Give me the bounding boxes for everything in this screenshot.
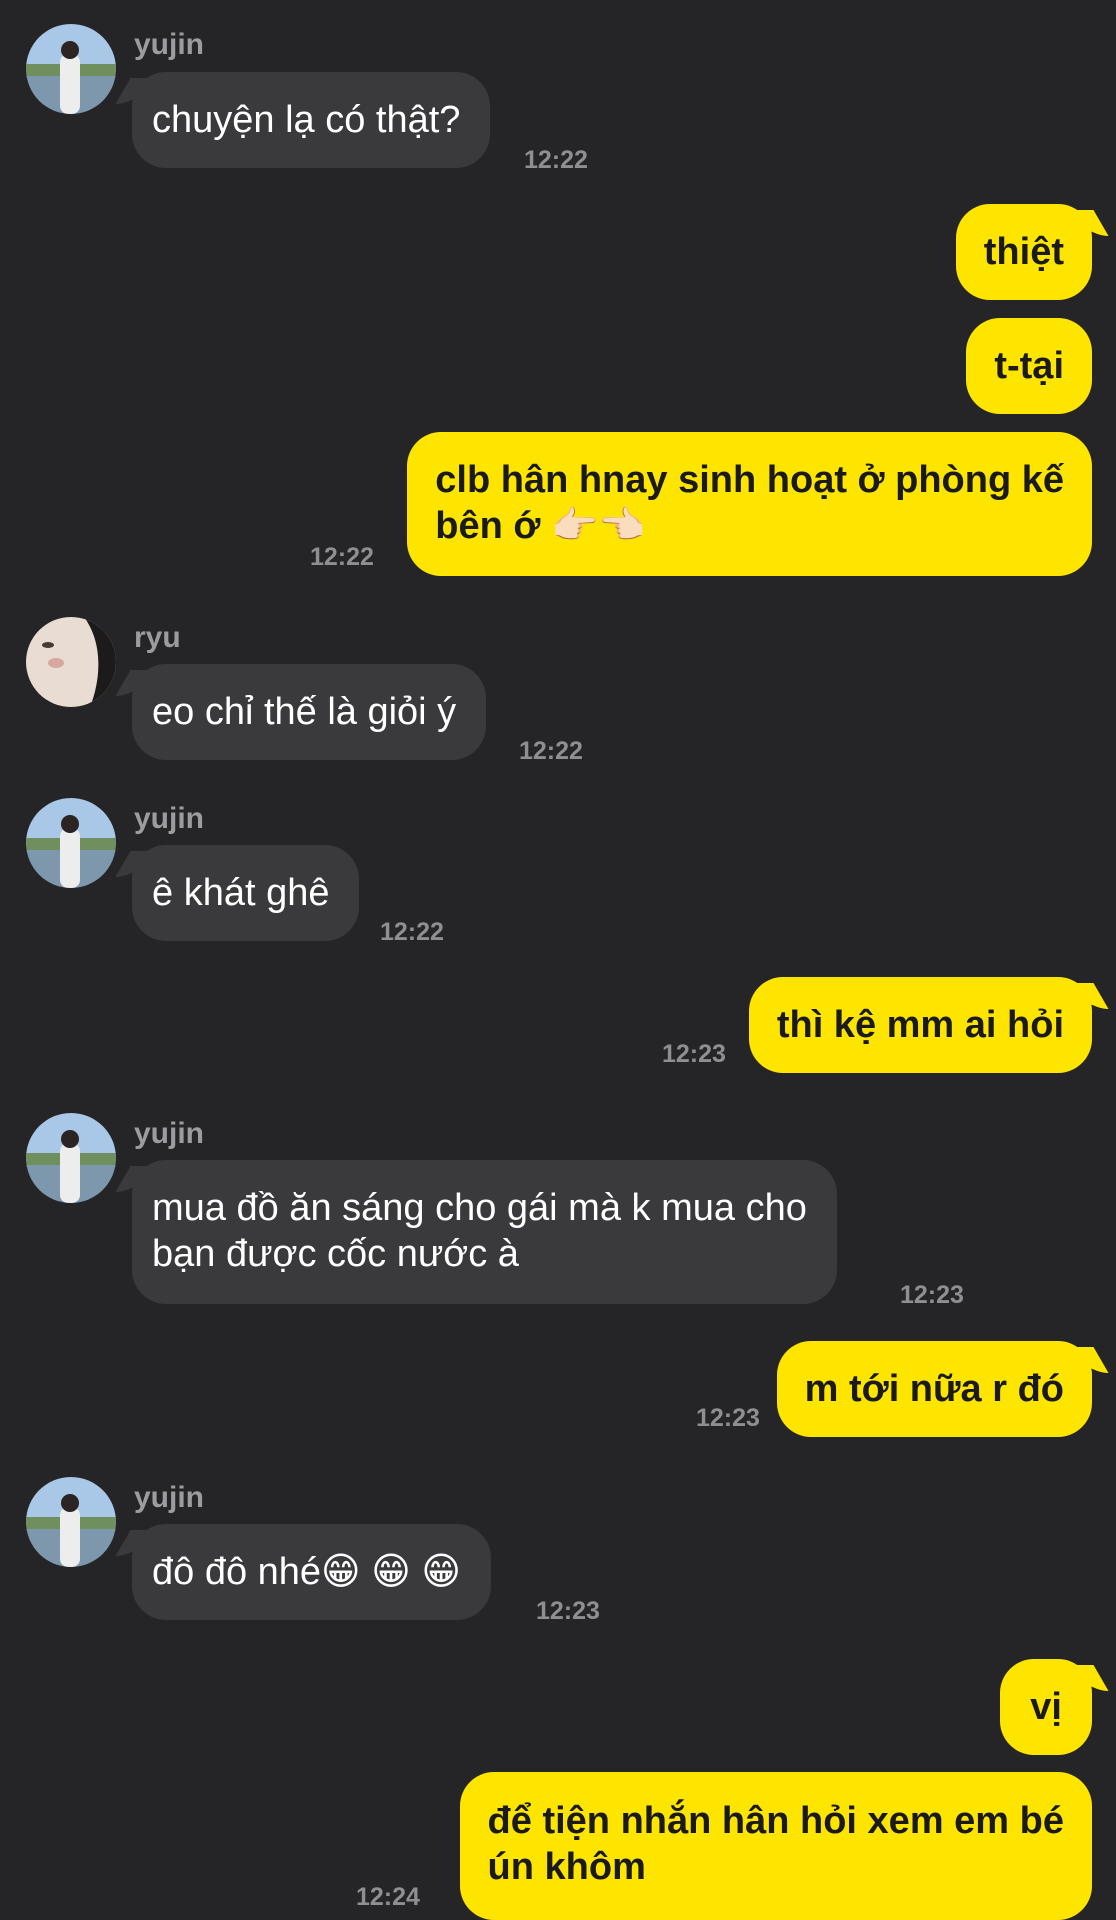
yujin-avatar[interactable]	[26, 1113, 116, 1203]
chat-thread: yujin chuyện lạ có thật? 12:22 thiệt t-t…	[0, 0, 1116, 1920]
incoming-message[interactable]: đô đô nhé😁 😁 😁	[132, 1524, 492, 1620]
message-time: 12:24	[356, 1883, 420, 1911]
message-text: chuyện lạ có thật?	[152, 99, 461, 141]
sender-name: ryu	[134, 621, 181, 654]
incoming-message[interactable]: mua đồ ăn sáng cho gái mà k mua cho bạn …	[132, 1160, 837, 1304]
outgoing-message[interactable]: clb hân hnay sinh hoạt ở phòng kế bên ớ …	[407, 432, 1092, 576]
message-time: 12:23	[696, 1404, 760, 1432]
message-text-line: clb hân hnay sinh hoạt ở phòng kế	[435, 459, 1064, 501]
outgoing-message[interactable]: để tiện nhắn hân hỏi xem em bé ún khôm	[459, 1772, 1092, 1920]
message-text: t-tại	[994, 345, 1064, 387]
message-time: 12:23	[536, 1597, 600, 1625]
yujin-avatar[interactable]	[26, 798, 116, 888]
message-text: vị	[1030, 1686, 1062, 1728]
message-text-line: để tiện nhắn hân hỏi xem em bé	[487, 1800, 1064, 1842]
message-text-line: bạn được cốc nước à	[152, 1233, 519, 1275]
sender-name: yujin	[134, 28, 205, 61]
message-text: eo chỉ thế là giỏi ý	[152, 691, 457, 733]
incoming-message[interactable]: chuyện lạ có thật?	[132, 72, 491, 168]
message-time: 12:22	[524, 146, 588, 174]
message-text: ê khát ghê	[152, 872, 330, 914]
outgoing-message[interactable]: thiệt	[955, 204, 1092, 300]
outgoing-message[interactable]: thì kệ mm ai hỏi	[748, 977, 1092, 1073]
message-time: 12:22	[310, 543, 374, 571]
outgoing-message[interactable]: vị	[1000, 1659, 1092, 1755]
message-text: thiệt	[983, 231, 1064, 273]
incoming-message[interactable]: eo chỉ thế là giỏi ý	[132, 664, 487, 760]
sender-name: yujin	[134, 1481, 205, 1514]
message-time: 12:22	[519, 737, 583, 765]
sender-name: yujin	[134, 802, 205, 835]
yujin-avatar[interactable]	[26, 24, 116, 114]
message-time: 12:22	[380, 918, 444, 946]
message-time: 12:23	[900, 1281, 964, 1309]
yujin-avatar[interactable]	[26, 1477, 116, 1567]
outgoing-message[interactable]: t-tại	[966, 318, 1092, 414]
message-time: 12:23	[662, 1040, 726, 1068]
outgoing-message[interactable]: m tới nữa r đó	[776, 1341, 1092, 1437]
message-text-line: mua đồ ăn sáng cho gái mà k mua cho	[152, 1187, 807, 1229]
message-text-line: bên ớ 👉🏻👈🏻	[435, 505, 646, 547]
ryu-avatar[interactable]	[26, 617, 116, 707]
incoming-message[interactable]: ê khát ghê	[132, 845, 360, 941]
message-text: thì kệ mm ai hỏi	[776, 1004, 1064, 1046]
message-text: đô đô nhé😁 😁 😁	[152, 1551, 462, 1593]
message-text-line: ún khôm	[487, 1846, 646, 1888]
sender-name: yujin	[134, 1117, 205, 1150]
message-text: m tới nữa r đó	[804, 1368, 1064, 1410]
